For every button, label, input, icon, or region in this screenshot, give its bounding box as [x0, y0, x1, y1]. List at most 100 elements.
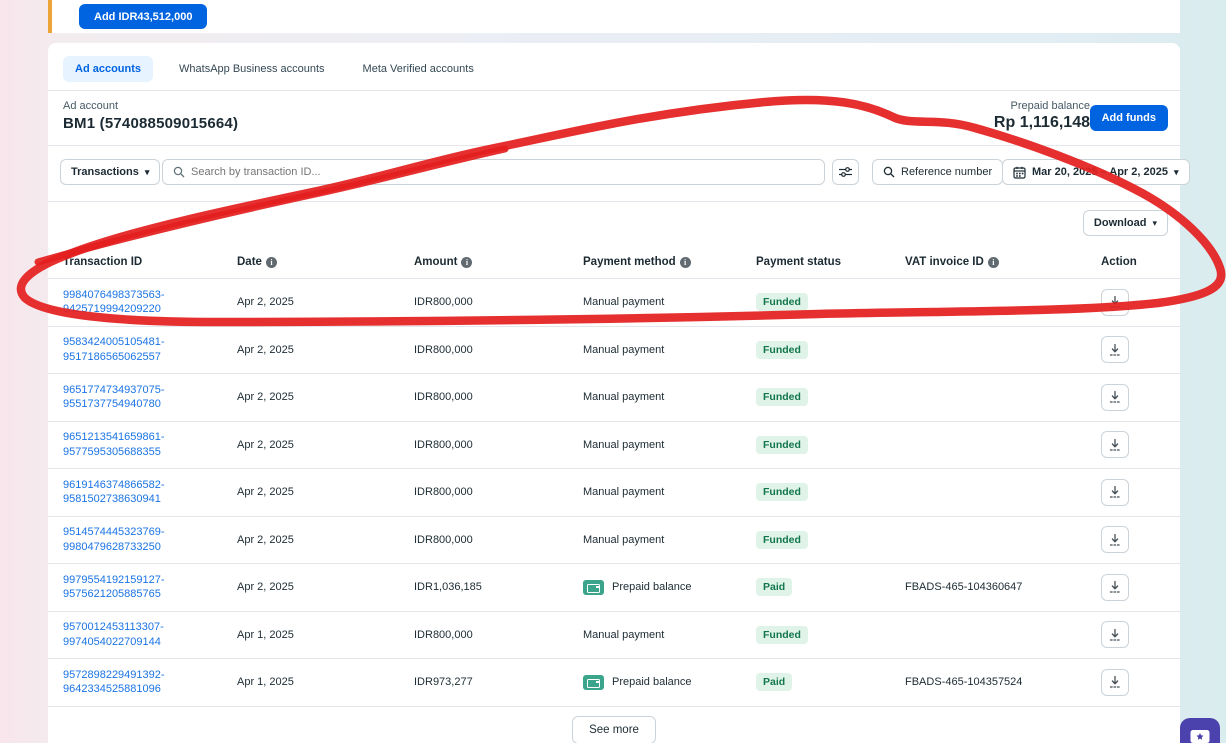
cell-payment-method: Manual payment	[568, 391, 741, 403]
info-icon[interactable]: i	[680, 257, 691, 268]
search-box[interactable]	[162, 159, 825, 185]
account-type-tabs: Ad accounts WhatsApp Business accounts Met…	[63, 56, 486, 82]
chevron-down-icon: ▾	[1174, 168, 1179, 177]
download-icon	[1108, 343, 1122, 357]
date-range-picker[interactable]: Mar 20, 2025 – Apr 2, 2025 ▾	[1002, 159, 1190, 185]
cell-date: Apr 2, 2025	[222, 486, 399, 498]
add-amount-button[interactable]: Add IDR43,512,000	[79, 4, 207, 29]
table-row: 9572898229491392-9642334525881096 Apr 1,…	[48, 659, 1180, 707]
cell-transaction-id: 9619146374866582-9581502738630941	[48, 478, 222, 507]
transaction-id-link[interactable]: 9570012453113307-9974054022709144	[63, 620, 164, 649]
download-invoice-button[interactable]	[1101, 336, 1129, 363]
cell-date: Apr 2, 2025	[222, 439, 399, 451]
cell-transaction-id: 9570012453113307-9974054022709144	[48, 620, 222, 649]
reference-number-button[interactable]: Reference number	[872, 159, 1003, 185]
ad-account-label: Ad account	[63, 100, 238, 112]
status-badge: Funded	[756, 626, 808, 644]
info-icon[interactable]: i	[266, 257, 277, 268]
cell-amount: IDR800,000	[399, 391, 568, 403]
download-icon	[1108, 533, 1122, 547]
transaction-id-link[interactable]: 9651213541659861-9577595305688355	[63, 430, 165, 459]
notice-banner: Add IDR43,512,000	[48, 0, 1180, 33]
column-header-payment-method: Payment methodi	[568, 256, 741, 268]
cell-payment-method: Manual payment	[568, 486, 741, 498]
download-invoice-button[interactable]	[1101, 526, 1129, 553]
download-icon	[1108, 390, 1122, 404]
download-icon	[1108, 675, 1122, 689]
cell-date: Apr 2, 2025	[222, 534, 399, 546]
cell-amount: IDR800,000	[399, 486, 568, 498]
cell-payment-method: Prepaid balance	[568, 580, 741, 595]
pagination-row: See more	[48, 707, 1180, 743]
add-funds-button[interactable]: Add funds	[1090, 105, 1168, 131]
cell-payment-status: Funded	[741, 436, 890, 454]
status-badge: Funded	[756, 436, 808, 454]
transaction-id-link[interactable]: 9984076498373563-9425719994209220	[63, 288, 165, 317]
cell-amount: IDR973,277	[399, 676, 568, 688]
download-invoice-button[interactable]	[1101, 431, 1129, 458]
search-icon	[173, 166, 185, 178]
status-badge: Funded	[756, 388, 808, 406]
transaction-id-link[interactable]: 9583424005105481-9517186565062557	[63, 335, 165, 364]
transaction-id-link[interactable]: 9979554192159127-9575621205885765	[63, 573, 165, 602]
support-chat-button[interactable]	[1180, 718, 1220, 743]
transaction-id-link[interactable]: 9514574445323769-9980479628733250	[63, 525, 165, 554]
column-header-label: VAT invoice ID	[905, 256, 984, 268]
transaction-id-link[interactable]: 9619146374866582-9581502738630941	[63, 478, 165, 507]
transaction-id-link[interactable]: 9651774734937075-9551737754940780	[63, 383, 165, 412]
download-button[interactable]: Download ▾	[1083, 210, 1168, 236]
tab-ad-accounts[interactable]: Ad accounts	[63, 56, 153, 82]
download-icon	[1108, 295, 1122, 309]
status-badge: Funded	[756, 341, 808, 359]
divider	[48, 90, 1180, 91]
table-row: 9583424005105481-9517186565062557 Apr 2,…	[48, 327, 1180, 375]
prepaid-balance: Prepaid balance Rp 1,116,148	[994, 100, 1090, 132]
column-header-label: Date	[237, 256, 262, 268]
filter-sliders-button[interactable]	[832, 159, 859, 185]
download-invoice-button[interactable]	[1101, 669, 1129, 696]
see-more-button[interactable]: See more	[572, 716, 656, 743]
status-badge: Paid	[756, 673, 792, 691]
column-header-action: Action	[1086, 256, 1176, 268]
table-header-row: Transaction IDDateiAmountiPayment method…	[48, 246, 1180, 279]
cell-action	[1086, 574, 1176, 601]
download-invoice-button[interactable]	[1101, 384, 1129, 411]
cell-transaction-id: 9572898229491392-9642334525881096	[48, 668, 222, 697]
download-icon	[1108, 438, 1122, 452]
download-invoice-button[interactable]	[1101, 621, 1129, 648]
download-invoice-button[interactable]	[1101, 289, 1129, 316]
cell-date: Apr 1, 2025	[222, 676, 399, 688]
transactions-dropdown[interactable]: Transactions ▾	[60, 159, 160, 185]
cell-payment-method: Manual payment	[568, 439, 741, 451]
cell-payment-method: Manual payment	[568, 344, 741, 356]
cell-payment-status: Funded	[741, 531, 890, 549]
column-header-label: Payment status	[756, 256, 841, 268]
info-icon[interactable]: i	[988, 257, 999, 268]
status-badge: Funded	[756, 293, 808, 311]
tab-meta-verified-accounts[interactable]: Meta Verified accounts	[351, 56, 486, 82]
cell-date: Apr 2, 2025	[222, 296, 399, 308]
cell-payment-status: Funded	[741, 388, 890, 406]
cell-amount: IDR800,000	[399, 534, 568, 546]
column-header-vat-invoice-id: VAT invoice ID i	[890, 256, 1086, 268]
cell-amount: IDR800,000	[399, 439, 568, 451]
tab-whatsapp-business-accounts[interactable]: WhatsApp Business accounts	[167, 56, 337, 82]
column-header-amount: Amounti	[399, 256, 568, 268]
download-button-label: Download	[1094, 217, 1147, 229]
download-invoice-button[interactable]	[1101, 479, 1129, 506]
search-input[interactable]	[191, 166, 814, 178]
ad-account-header: Ad account BM1 (574088509015664)	[63, 100, 238, 132]
transactions-table: Transaction IDDateiAmountiPayment method…	[48, 246, 1180, 743]
table-row: 9979554192159127-9575621205885765 Apr 2,…	[48, 564, 1180, 612]
chevron-down-icon: ▾	[1152, 219, 1157, 228]
download-icon	[1108, 628, 1122, 642]
table-row: 9570012453113307-9974054022709144 Apr 1,…	[48, 612, 1180, 660]
download-invoice-button[interactable]	[1101, 574, 1129, 601]
cell-amount: IDR1,036,185	[399, 581, 568, 593]
divider	[48, 201, 1180, 202]
prepaid-balance-label: Prepaid balance	[994, 100, 1090, 112]
cell-action	[1086, 526, 1176, 553]
transaction-id-link[interactable]: 9572898229491392-9642334525881096	[63, 668, 165, 697]
info-icon[interactable]: i	[461, 257, 472, 268]
cell-amount: IDR800,000	[399, 344, 568, 356]
